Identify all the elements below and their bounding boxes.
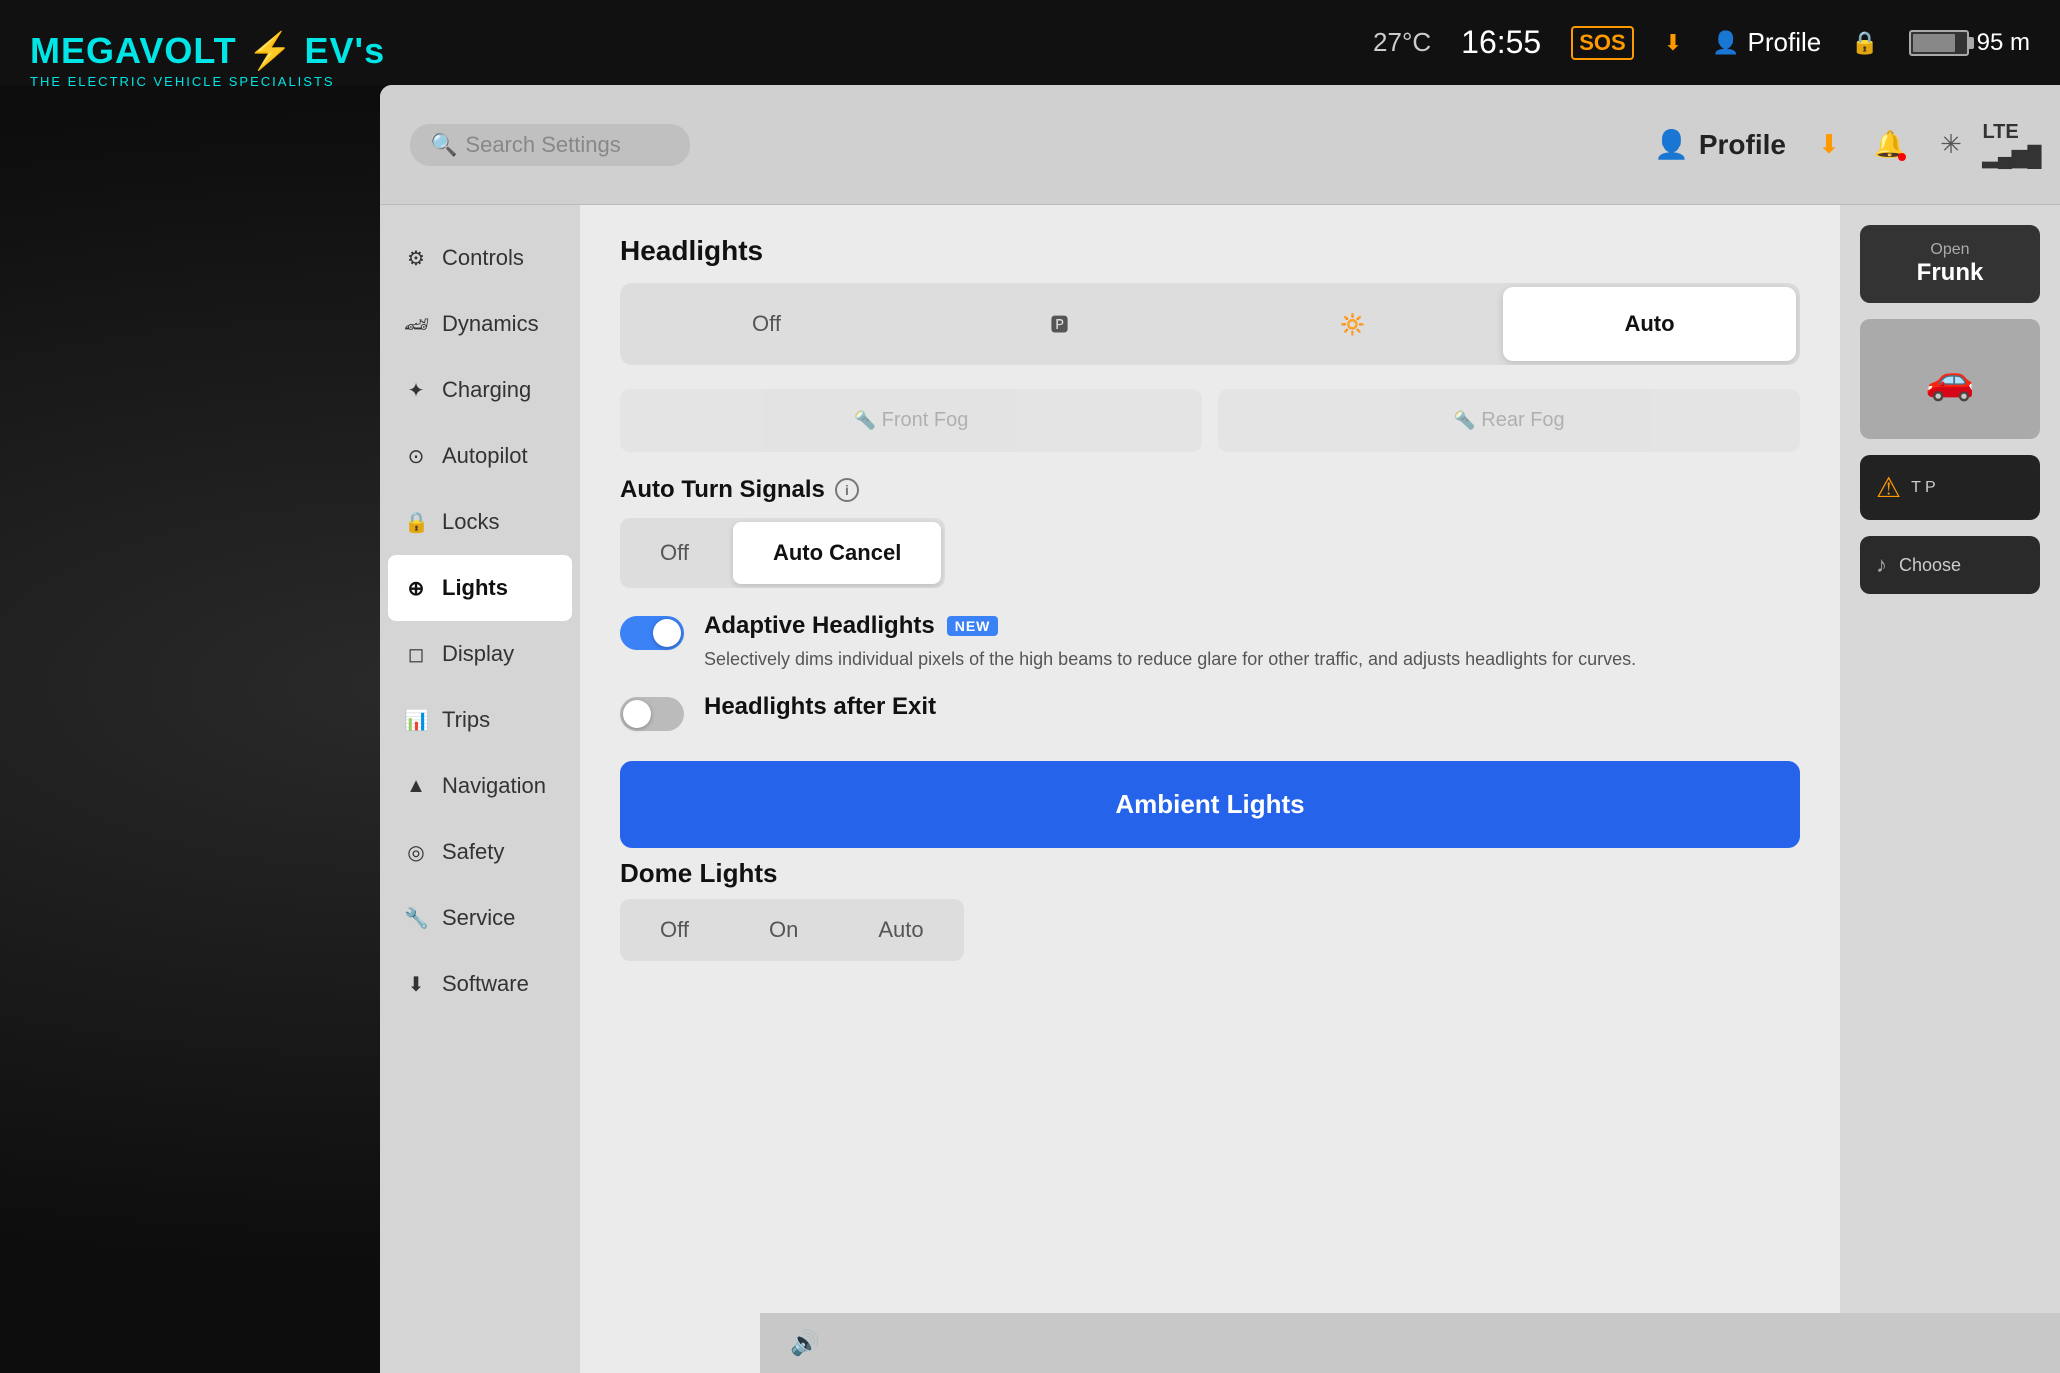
adaptive-headlights-desc: Selectively dims individual pixels of th… bbox=[704, 646, 1800, 673]
parking-lights-icon: 🅿 bbox=[1051, 315, 1069, 335]
controls-icon: ⚙ bbox=[404, 246, 428, 271]
headlights-exit-toggle[interactable] bbox=[620, 697, 684, 731]
search-bar[interactable]: 🔍 Search Settings bbox=[410, 124, 690, 166]
locks-icon: 🔒 bbox=[404, 510, 428, 535]
profile-status[interactable]: 👤 Profile bbox=[1712, 27, 1821, 58]
search-icon: 🔍 bbox=[430, 132, 457, 158]
ambient-lights-btn[interactable]: Ambient Lights bbox=[620, 761, 1800, 848]
autopilot-icon: ⊙ bbox=[404, 444, 428, 469]
rear-fog-btn[interactable]: 🔦 Rear Fog bbox=[1218, 389, 1800, 452]
charging-icon: ✦ bbox=[404, 378, 428, 403]
navigation-icon: ▲ bbox=[404, 775, 428, 798]
warning-card[interactable]: ⚠ T P bbox=[1860, 455, 2040, 520]
headlights-title: Headlights bbox=[620, 235, 1800, 267]
battery-display: 95 m bbox=[1909, 29, 2030, 57]
adaptive-headlights-title: Adaptive Headlights NEW bbox=[704, 612, 1800, 640]
sidebar-item-display[interactable]: ◻ Display bbox=[380, 621, 580, 687]
sidebar-item-service[interactable]: 🔧 Service bbox=[380, 885, 580, 951]
download-icon[interactable]: ⬇ bbox=[1811, 127, 1847, 163]
software-icon: ⬇ bbox=[404, 972, 428, 997]
headlights-exit-row: Headlights after Exit bbox=[620, 693, 1800, 731]
logo: MEGAVOLT ⚡ EV's THE ELECTRIC VEHICLE SPE… bbox=[30, 30, 385, 89]
low-beam-icon: 🔆 bbox=[1340, 314, 1365, 336]
dome-on-btn[interactable]: On bbox=[729, 899, 838, 961]
header-profile[interactable]: 👤 Profile bbox=[1654, 128, 1786, 161]
dome-auto-btn[interactable]: Auto bbox=[838, 899, 963, 961]
sos-display: SOS bbox=[1571, 26, 1633, 60]
adaptive-headlights-row: Adaptive Headlights NEW Selectively dims… bbox=[620, 612, 1800, 673]
headlights-low-btn[interactable]: 🔆 bbox=[1206, 283, 1499, 365]
tesla-header: 🔍 Search Settings 👤 Profile ⬇ 🔔 ✳ LTE▂▄▆… bbox=[380, 85, 2060, 205]
lte-signal-icon: LTE▂▄▆█ bbox=[1994, 127, 2030, 163]
lights-icon: ⊕ bbox=[404, 576, 428, 601]
frunk-open-btn[interactable]: Open Frunk bbox=[1860, 225, 2040, 303]
sidebar-item-controls[interactable]: ⚙ Controls bbox=[380, 225, 580, 291]
sidebar-item-lights[interactable]: ⊕ Lights bbox=[388, 555, 572, 621]
display-icon: ◻ bbox=[404, 642, 428, 667]
auto-turn-cancel-btn[interactable]: Auto Cancel bbox=[733, 522, 941, 584]
sidebar-item-autopilot[interactable]: ⊙ Autopilot bbox=[380, 423, 580, 489]
toggle-knob-exit bbox=[623, 700, 651, 728]
front-fog-icon: 🔦 bbox=[854, 410, 876, 430]
sidebar-item-locks[interactable]: 🔒 Locks bbox=[380, 489, 580, 555]
temperature-display: 27°C bbox=[1373, 27, 1431, 58]
fog-lights-row: 🔦 Front Fog 🔦 Rear Fog bbox=[620, 389, 1800, 452]
sidebar-item-navigation[interactable]: ▲ Navigation bbox=[380, 753, 580, 819]
dome-button-group: Off On Auto bbox=[620, 899, 964, 961]
dome-off-btn[interactable]: Off bbox=[620, 899, 729, 961]
music-note-icon: ♪ bbox=[1876, 552, 1887, 578]
profile-icon: 👤 bbox=[1654, 128, 1689, 161]
safety-icon: ◎ bbox=[404, 840, 428, 865]
dynamics-icon: 🏎 bbox=[404, 312, 428, 337]
headlights-off-btn[interactable]: Off bbox=[620, 283, 913, 365]
notification-dot bbox=[1898, 153, 1906, 161]
tesla-screen: 🔍 Search Settings 👤 Profile ⬇ 🔔 ✳ LTE▂▄▆… bbox=[380, 85, 2060, 1373]
main-panel: Headlights Off 🅿 🔆 Auto 🔦 Front Fog 🔦 bbox=[580, 205, 1840, 1373]
auto-turn-signals-section: Auto Turn Signals i bbox=[620, 476, 1800, 504]
car-image-placeholder: 🚗 bbox=[1860, 319, 2040, 439]
sidebar-item-trips[interactable]: 📊 Trips bbox=[380, 687, 580, 753]
service-icon: 🔧 bbox=[404, 906, 428, 931]
sidebar: ⚙ Controls 🏎 Dynamics ✦ Charging ⊙ Autop… bbox=[380, 205, 580, 1373]
warning-triangle-icon: ⚠ bbox=[1876, 471, 1901, 504]
time-display: 16:55 bbox=[1461, 24, 1541, 61]
auto-turn-button-group: Off Auto Cancel bbox=[620, 518, 945, 588]
sidebar-item-software[interactable]: ⬇ Software bbox=[380, 951, 580, 1017]
dome-lights-title: Dome Lights bbox=[620, 858, 1800, 889]
auto-turn-off-btn[interactable]: Off bbox=[620, 518, 729, 588]
bottom-bar: 🔊 bbox=[760, 1313, 2060, 1373]
headlights-exit-title: Headlights after Exit bbox=[704, 693, 1800, 721]
sidebar-item-dynamics[interactable]: 🏎 Dynamics bbox=[380, 291, 580, 357]
toggle-knob bbox=[653, 619, 681, 647]
warning-text: T P bbox=[1911, 479, 1936, 497]
auto-turn-info-icon[interactable]: i bbox=[835, 478, 859, 502]
download-icon-status: ⬇ bbox=[1664, 30, 1682, 56]
adaptive-headlights-toggle[interactable] bbox=[620, 616, 684, 650]
choose-label: Choose bbox=[1899, 555, 1961, 576]
headlights-parking-btn[interactable]: 🅿 bbox=[913, 283, 1206, 365]
headlights-auto-btn[interactable]: Auto bbox=[1503, 287, 1796, 361]
brand-name: MEGAVOLT ⚡ EV's bbox=[30, 30, 385, 72]
sound-icon[interactable]: 🔊 bbox=[790, 1329, 820, 1358]
search-input[interactable]: Search Settings bbox=[465, 132, 620, 158]
front-fog-btn[interactable]: 🔦 Front Fog bbox=[620, 389, 1202, 452]
tesla-content: ⚙ Controls 🏎 Dynamics ✦ Charging ⊙ Autop… bbox=[380, 205, 2060, 1373]
lock-icon-status: 🔒 bbox=[1851, 30, 1878, 56]
adaptive-headlights-label: Adaptive Headlights NEW Selectively dims… bbox=[704, 612, 1800, 673]
header-actions: 👤 Profile ⬇ 🔔 ✳ LTE▂▄▆█ bbox=[1654, 127, 2030, 163]
rear-fog-icon: 🔦 bbox=[1453, 410, 1475, 430]
headlights-exit-label: Headlights after Exit bbox=[704, 693, 1800, 727]
trips-icon: 📊 bbox=[404, 708, 428, 733]
bluetooth-icon[interactable]: ✳ bbox=[1933, 127, 1969, 163]
headlights-button-group: Off 🅿 🔆 Auto bbox=[620, 283, 1800, 365]
right-panel: Open Frunk 🚗 ⚠ T P ♪ Choose bbox=[1840, 205, 2060, 1373]
music-card[interactable]: ♪ Choose bbox=[1860, 536, 2040, 594]
new-badge: NEW bbox=[947, 616, 999, 636]
sidebar-item-charging[interactable]: ✦ Charging bbox=[380, 357, 580, 423]
bell-icon[interactable]: 🔔 bbox=[1872, 127, 1908, 163]
sidebar-item-safety[interactable]: ◎ Safety bbox=[380, 819, 580, 885]
brand-subtitle: THE ELECTRIC VEHICLE SPECIALISTS bbox=[30, 74, 385, 89]
